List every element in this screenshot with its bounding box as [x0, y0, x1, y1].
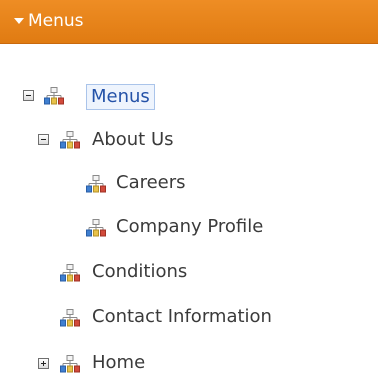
- tree-node-company-profile[interactable]: Company Profile: [116, 216, 263, 238]
- sitemap-icon: [44, 87, 64, 105]
- tree-node-contact-information[interactable]: Contact Information: [92, 306, 272, 328]
- tree-node-menus[interactable]: Menus: [86, 84, 155, 110]
- menus-panel: Menus Menus About Us Careers Company Pro…: [0, 0, 378, 380]
- collapse-toggle-icon[interactable]: [38, 134, 49, 145]
- sitemap-icon: [60, 309, 80, 327]
- sitemap-icon: [86, 175, 106, 193]
- tree-node-home[interactable]: Home: [92, 352, 145, 374]
- tree-node-conditions[interactable]: Conditions: [92, 261, 187, 283]
- tree-node-careers[interactable]: Careers: [116, 172, 186, 194]
- sitemap-icon: [60, 131, 80, 149]
- collapse-toggle-icon[interactable]: [23, 90, 34, 101]
- menu-tree: Menus About Us Careers Company Profile C…: [0, 0, 378, 380]
- sitemap-icon: [60, 355, 80, 373]
- expand-toggle-icon[interactable]: [38, 358, 49, 369]
- sitemap-icon: [86, 219, 106, 237]
- sitemap-icon: [60, 264, 80, 282]
- tree-node-about-us[interactable]: About Us: [92, 129, 174, 151]
